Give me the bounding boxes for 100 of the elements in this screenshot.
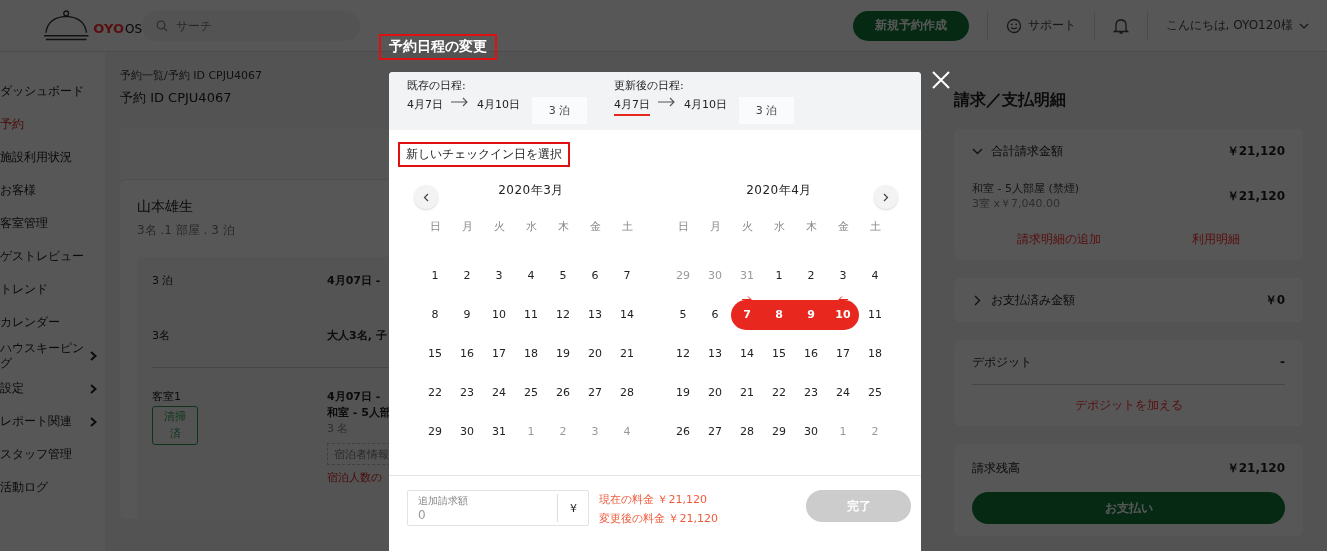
calendar-day[interactable]: 13 (699, 338, 731, 369)
modal-title: 予約日程の変更 (379, 34, 497, 60)
calendar-day[interactable]: 9 (451, 299, 483, 330)
calendar-day[interactable]: 3 (827, 260, 859, 291)
calendar-day[interactable]: 27 (699, 416, 731, 447)
calendar-day[interactable]: 23 (451, 377, 483, 408)
calendar-day[interactable]: 15 (419, 338, 451, 369)
calendar-day[interactable]: 24 (827, 377, 859, 408)
price-text: 現在の料金 ￥21,120 (599, 492, 708, 507)
calendar-day[interactable]: 14 (731, 338, 763, 369)
calendar-day[interactable]: 17 (827, 338, 859, 369)
nights-count: 3 泊 (532, 97, 587, 124)
calendar-day[interactable]: 23 (795, 377, 827, 408)
calendar-day[interactable]: 2 (795, 260, 827, 291)
deposit-value: - (1280, 355, 1285, 369)
chevron-right-icon[interactable] (972, 294, 983, 306)
calendar-day[interactable]: 4 (859, 260, 891, 291)
calendar-day[interactable]: 10 (827, 299, 859, 330)
calendar-day[interactable]: 1 (419, 260, 451, 291)
calendar-day[interactable]: 4 (515, 260, 547, 291)
calendar-day[interactable]: 28 (611, 377, 643, 408)
calendar-day[interactable]: 18 (515, 338, 547, 369)
calendar-day[interactable]: 6 (699, 299, 731, 330)
weekday-label: 土 (620, 219, 634, 235)
close-icon[interactable] (932, 71, 950, 89)
room-label: 客室1 (152, 389, 181, 404)
weekday-label: 火 (740, 219, 754, 235)
calendar-day[interactable]: 25 (859, 377, 891, 408)
calendar-day[interactable]: 3 (483, 260, 515, 291)
calendar-day[interactable]: 30 (451, 416, 483, 447)
calendar-day[interactable]: 19 (667, 377, 699, 408)
calendar-day[interactable]: 17 (483, 338, 515, 369)
previous-month-button[interactable] (414, 185, 438, 209)
weekday-label: 木 (804, 219, 818, 235)
calendar-day[interactable]: 31 (483, 416, 515, 447)
weekday-label: 水 (772, 219, 786, 235)
calendar-day[interactable]: 12 (547, 299, 579, 330)
calendar-day[interactable]: 16 (795, 338, 827, 369)
calendar-day[interactable]: 19 (547, 338, 579, 369)
paid-amount: ￥0 (1264, 291, 1285, 309)
calendar-day[interactable]: 12 (667, 338, 699, 369)
chevron-right-icon (90, 416, 97, 427)
line-item-amount: ￥21,120 (1226, 187, 1285, 205)
calendar-day[interactable]: 26 (667, 416, 699, 447)
calendar-day[interactable]: 20 (699, 377, 731, 408)
extra-charge-field[interactable]: 追加請求額 0 ¥ (407, 490, 589, 526)
calendar-day[interactable]: 30 (795, 416, 827, 447)
calendar-day[interactable]: 10 (483, 299, 515, 330)
calendar-day[interactable]: 7 (731, 299, 763, 330)
weekday-label: 月 (460, 219, 474, 235)
chevron-left-icon (423, 192, 429, 202)
calendar-day[interactable]: 14 (611, 299, 643, 330)
calendar-day[interactable]: 20 (579, 338, 611, 369)
detail-label: 3名 (152, 328, 171, 344)
calendar-day[interactable]: 15 (763, 338, 795, 369)
calendar-day[interactable]: 21 (611, 338, 643, 369)
calendar-day[interactable]: 5 (547, 260, 579, 291)
calendar-day[interactable]: 1 (763, 260, 795, 291)
bell-icon[interactable] (1112, 16, 1129, 35)
calendar-day[interactable]: 22 (419, 377, 451, 408)
guest-name: 山本雄生 (137, 198, 193, 216)
calendar-day[interactable]: 24 (483, 377, 515, 408)
calendar-day[interactable]: 27 (579, 377, 611, 408)
room-dates: 4月07日 - (327, 389, 381, 404)
arrow-right-icon (742, 296, 752, 303)
calendar-day[interactable]: 22 (763, 377, 795, 408)
search-icon (156, 19, 168, 32)
weekday-label: 日 (428, 219, 442, 235)
calendar-day[interactable]: 8 (763, 299, 795, 330)
chevron-down-icon (1299, 22, 1309, 29)
calendar-day[interactable]: 6 (579, 260, 611, 291)
calendar-day[interactable]: 18 (859, 338, 891, 369)
calendar-day[interactable]: 11 (515, 299, 547, 330)
calendar-day[interactable]: 2 (451, 260, 483, 291)
calendar-day[interactable]: 11 (859, 299, 891, 330)
calendar-day[interactable]: 7 (611, 260, 643, 291)
arrow-right-icon (451, 97, 469, 107)
calendar-day[interactable]: 26 (547, 377, 579, 408)
next-month-button[interactable] (874, 185, 898, 209)
calendar-day[interactable]: 5 (667, 299, 699, 330)
weekday-label: 土 (868, 219, 882, 235)
calendar-day[interactable]: 16 (451, 338, 483, 369)
month-title: 2020年4月 (746, 183, 812, 197)
checkin-date: 4月7日 (407, 97, 443, 113)
calendar-day[interactable]: 28 (731, 416, 763, 447)
calendar-day[interactable]: 21 (731, 377, 763, 408)
chevron-right-icon (90, 383, 97, 394)
cloche-icon (42, 8, 91, 43)
calendar-day[interactable]: 13 (579, 299, 611, 330)
calendar-day[interactable]: 25 (515, 377, 547, 408)
weekday-label: 金 (836, 219, 850, 235)
weekday-label: 木 (556, 219, 570, 235)
arrow-left-icon (838, 296, 848, 303)
calendar-day[interactable]: 29 (419, 416, 451, 447)
calendar-day[interactable]: 29 (763, 416, 795, 447)
booking-title: 予約 ID CPJU4067 (120, 89, 232, 107)
schedule-label: 既存の日程: (407, 78, 467, 93)
calendar-day[interactable]: 8 (419, 299, 451, 330)
logo-suffix: OS (124, 21, 142, 36)
calendar-day[interactable]: 9 (795, 299, 827, 330)
